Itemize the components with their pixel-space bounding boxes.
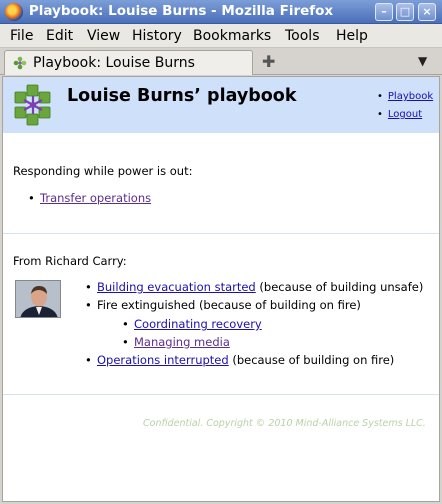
menu-view[interactable]: View [87, 28, 120, 44]
window-titlebar[interactable]: Playbook: Louise Burns - Mozilla Firefox… [0, 0, 442, 24]
tab-playbook[interactable]: Playbook: Louise Burns [4, 50, 253, 75]
mind-alliance-logo-icon [14, 84, 51, 126]
menu-bar: File Edit View History Bookmarks Tools H… [0, 24, 442, 48]
operations-interrupted-link[interactable]: Operations interrupted [97, 353, 229, 367]
list-item: Operations interrupted (because of build… [85, 353, 395, 367]
coordinating-recovery-link[interactable]: Coordinating recovery [134, 317, 262, 331]
copyright-notice: Confidential. Copyright © 2010 Mind-Alli… [143, 418, 426, 429]
maximize-button[interactable]: □ [396, 3, 414, 21]
minimize-button[interactable]: – [375, 3, 393, 21]
menu-bookmarks[interactable]: Bookmarks [193, 28, 271, 44]
menu-edit[interactable]: Edit [46, 28, 73, 44]
person-photo-icon [16, 281, 60, 317]
new-tab-plus-icon[interactable]: ✚ [262, 52, 275, 71]
logout-link[interactable]: Logout [388, 109, 422, 120]
menu-help[interactable]: Help [336, 28, 368, 44]
page-content: Louise Burns’ playbook Playbook Logout R… [2, 76, 440, 502]
page-title: Louise Burns’ playbook [67, 86, 297, 106]
menu-tools[interactable]: Tools [285, 28, 320, 44]
list-item: Coordinating recovery [122, 317, 262, 331]
item-reason: (because of building unsafe) [255, 280, 424, 294]
avatar [15, 280, 61, 318]
building-evacuation-link[interactable]: Building evacuation started [97, 280, 256, 294]
list-item: Managing media [122, 335, 230, 349]
list-item: Transfer operations [28, 191, 151, 205]
playbook-favicon-icon [13, 56, 27, 70]
close-button[interactable]: × [418, 3, 436, 21]
menu-history[interactable]: History [132, 28, 182, 44]
section-label-from-richard: From Richard Carry: [13, 254, 127, 268]
tab-list-chevron-down-icon[interactable]: ▼ [418, 54, 427, 68]
item-reason: (because of building on fire) [228, 353, 395, 367]
tab-label: Playbook: Louise Burns [33, 55, 195, 71]
page-header: Louise Burns’ playbook Playbook Logout [3, 77, 439, 133]
divider [3, 233, 439, 234]
transfer-operations-link[interactable]: Transfer operations [40, 191, 151, 205]
tab-bar: Playbook: Louise Burns ✚ ▼ [0, 48, 442, 75]
managing-media-link[interactable]: Managing media [134, 335, 230, 349]
section-label-power-out: Responding while power is out: [13, 164, 193, 178]
fire-extinguished-text: Fire extinguished (because of building o… [97, 298, 361, 312]
header-links: Playbook Logout [377, 91, 433, 127]
list-item: Fire extinguished (because of building o… [85, 298, 361, 312]
menu-file[interactable]: File [10, 28, 33, 44]
divider [3, 394, 439, 395]
list-item: Building evacuation started (because of … [85, 280, 424, 294]
playbook-link[interactable]: Playbook [388, 91, 433, 102]
window-title: Playbook: Louise Burns - Mozilla Firefox [28, 3, 334, 19]
